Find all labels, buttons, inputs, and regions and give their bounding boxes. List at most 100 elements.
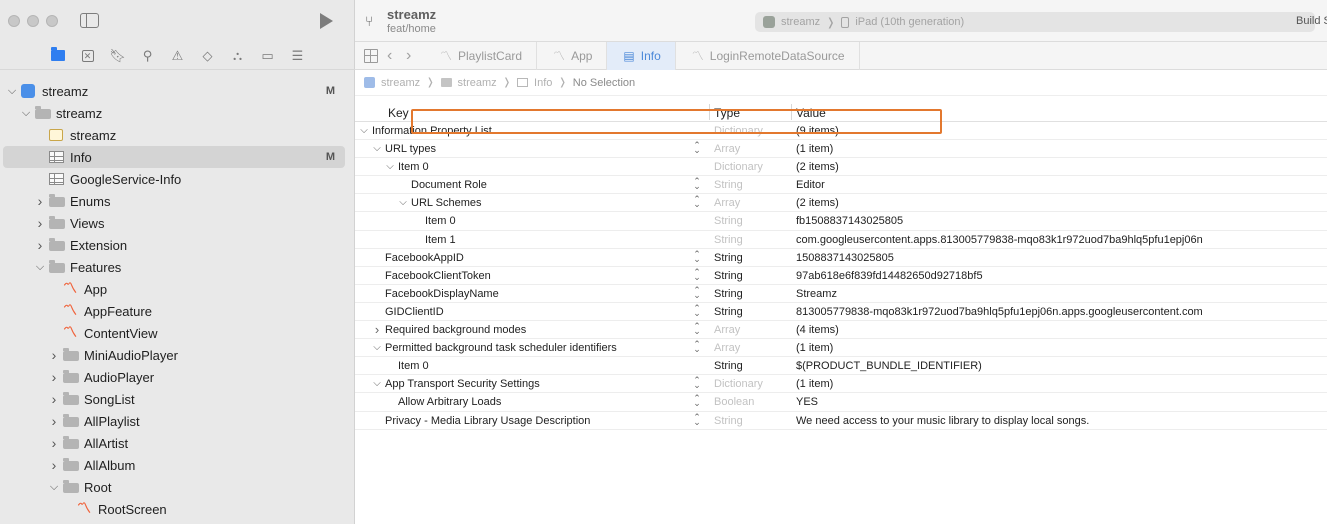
plist-row[interactable]: Item 1 String com.googleusercontent.apps.8…	[355, 231, 1327, 249]
report-navigator-list-icon[interactable]: ☰	[288, 46, 308, 66]
navigator-item[interactable]: GoogleService-Info	[0, 168, 355, 190]
plist-row[interactable]: Document Role ⌃ ⌄ String Editor	[355, 176, 1327, 195]
disclosure-closed-icon[interactable]: ›	[49, 391, 59, 407]
disclosure-open-icon[interactable]: ⌵	[372, 378, 382, 389]
plist-key[interactable]: FacebookAppID	[385, 252, 464, 264]
plist-row[interactable]: FacebookDisplayName ⌃ ⌄ String Streamz	[355, 285, 1327, 303]
navigator-item[interactable]: ⌵ Root	[0, 476, 355, 498]
breadcrumb-selection[interactable]: No Selection	[573, 77, 635, 89]
plist-type[interactable]: Dictionary	[714, 161, 763, 173]
disclosure-closed-icon[interactable]: ›	[35, 193, 45, 209]
test-navigator-diamond-icon[interactable]: ◇	[198, 46, 218, 66]
back-chevron-icon[interactable]: ‹	[387, 47, 397, 65]
disclosure-open-icon[interactable]: ⌵	[398, 197, 408, 208]
plist-value[interactable]: 1508837143025805	[796, 252, 894, 264]
plist-key[interactable]: Item 0	[398, 161, 429, 173]
plist-key[interactable]: Document Role	[411, 179, 487, 191]
disclosure-open-icon[interactable]: ⌵	[385, 161, 395, 172]
plist-value[interactable]: Streamz	[796, 288, 837, 300]
editor-tab[interactable]: 〽 LoginRemoteDataSource	[676, 41, 860, 70]
navigator-item[interactable]: streamz	[0, 124, 355, 146]
disclosure-open-icon[interactable]: ⌵	[7, 85, 17, 98]
navigator-item[interactable]: 〽 RootScreen	[0, 498, 355, 520]
plist-key[interactable]: Required background modes	[385, 324, 526, 336]
key-selector-stepper-icon[interactable]: ⌃ ⌄	[693, 412, 701, 426]
plist-value[interactable]: Editor	[796, 179, 825, 191]
column-divider[interactable]	[791, 104, 792, 120]
plist-value[interactable]: com.googleusercontent.apps.813005779838-…	[796, 234, 1203, 246]
editor-tab[interactable]: ▤ Info	[607, 41, 676, 70]
key-selector-stepper-icon[interactable]: ⌃ ⌄	[693, 394, 701, 408]
plist-value[interactable]: (1 item)	[796, 143, 833, 155]
plist-type[interactable]: String	[714, 179, 743, 191]
breadcrumb-folder[interactable]: streamz	[458, 77, 497, 89]
plist-value[interactable]: (4 items)	[796, 324, 839, 336]
zoom-window-button[interactable]	[46, 15, 58, 27]
debug-navigator-spray-icon[interactable]: ⛬	[228, 46, 248, 66]
navigator-item[interactable]: › AllPlaylist	[0, 410, 355, 432]
plist-value[interactable]: (2 items)	[796, 161, 839, 173]
column-divider[interactable]	[709, 104, 710, 120]
disclosure-closed-icon[interactable]: ›	[49, 347, 59, 363]
plist-type[interactable]: Array	[714, 197, 740, 209]
key-selector-stepper-icon[interactable]: ⌃ ⌄	[693, 141, 701, 155]
plist-type[interactable]: Array	[714, 143, 740, 155]
find-navigator-search-icon[interactable]: ⚲	[138, 46, 158, 66]
plist-key[interactable]: Allow Arbitrary Loads	[398, 396, 501, 408]
key-selector-stepper-icon[interactable]: ⌃ ⌄	[693, 376, 701, 390]
plist-key[interactable]: URL Schemes	[411, 197, 482, 209]
project-navigator-folder-icon[interactable]	[48, 46, 68, 66]
plist-value[interactable]: We need access to your music library to …	[796, 415, 1089, 427]
disclosure-closed-icon[interactable]: ›	[372, 322, 382, 337]
sidebar-toggle-icon[interactable]	[80, 13, 99, 28]
navigator-item[interactable]: ⌵ streamz	[0, 102, 355, 124]
disclosure-open-icon[interactable]: ⌵	[372, 342, 382, 353]
plist-row[interactable]: GIDClientID ⌃ ⌄ String 813005779838-mqo83k1r…	[355, 303, 1327, 322]
plist-row[interactable]: ⌵ Information Property List Dictionary (9 i…	[355, 122, 1327, 141]
plist-type[interactable]: Dictionary	[714, 378, 763, 390]
plist-type[interactable]: String	[714, 288, 743, 300]
plist-type[interactable]: String	[714, 306, 743, 318]
plist-type[interactable]: String	[714, 215, 743, 227]
disclosure-closed-icon[interactable]: ›	[49, 413, 59, 429]
navigator-item[interactable]: 〽 ContentView	[0, 322, 355, 344]
breadcrumb-project[interactable]: streamz	[381, 77, 420, 89]
plist-row[interactable]: Allow Arbitrary Loads ⌃ ⌄ Boolean YES	[355, 393, 1327, 412]
plist-key[interactable]: Privacy - Media Library Usage Descriptio…	[385, 415, 590, 427]
plist-type[interactable]: String	[714, 234, 743, 246]
plist-type[interactable]: Array	[714, 324, 740, 336]
plist-key[interactable]: Permitted background task scheduler iden…	[385, 342, 617, 354]
plist-key[interactable]: Item 1	[425, 234, 456, 246]
navigator-item[interactable]: › MiniAudioPlayer	[0, 344, 355, 366]
key-selector-stepper-icon[interactable]: ⌃ ⌄	[693, 267, 701, 281]
plist-key[interactable]: URL types	[385, 143, 436, 155]
editor-tab[interactable]: 〽 PlaylistCard	[424, 41, 538, 70]
disclosure-closed-icon[interactable]: ›	[49, 369, 59, 385]
navigator-item[interactable]: 〽 App	[0, 278, 355, 300]
key-selector-stepper-icon[interactable]: ⌃ ⌄	[693, 249, 701, 263]
navigator-item[interactable]: › SongList	[0, 388, 355, 410]
bookmark-navigator-icon[interactable]: 🔖︎	[108, 46, 128, 66]
plist-key[interactable]: FacebookClientToken	[385, 270, 491, 282]
column-header-key[interactable]: Key	[388, 106, 409, 120]
key-selector-stepper-icon[interactable]: ⌃ ⌄	[693, 340, 701, 354]
disclosure-closed-icon[interactable]: ›	[35, 215, 45, 231]
plist-type[interactable]: String	[714, 270, 743, 282]
plist-row[interactable]: Privacy - Media Library Usage Descriptio…	[355, 412, 1327, 430]
plist-type[interactable]: String	[714, 360, 743, 372]
plist-row[interactable]: › Required background modes ⌃ ⌄ Array (4 item…	[355, 321, 1327, 340]
plist-key[interactable]: GIDClientID	[385, 306, 444, 318]
navigator-item[interactable]: › Enums	[0, 190, 355, 212]
navigator-item[interactable]: › AllAlbum	[0, 454, 355, 476]
disclosure-open-icon[interactable]: ⌵	[372, 143, 382, 154]
plist-type[interactable]: Dictionary	[714, 125, 763, 137]
plist-key[interactable]: Information Property List	[372, 125, 492, 137]
navigator-item[interactable]: › Views	[0, 212, 355, 234]
plist-row[interactable]: FacebookClientToken ⌃ ⌄ String 97ab618e6f839…	[355, 267, 1327, 285]
breakpoint-navigator-tag-icon[interactable]: ▭	[258, 46, 278, 66]
plist-row[interactable]: FacebookAppID ⌃ ⌄ String 1508837143025805	[355, 249, 1327, 267]
issue-navigator-warning-icon[interactable]: ⚠	[168, 46, 188, 66]
project-name[interactable]: streamz	[387, 7, 436, 22]
plist-value[interactable]: (1 item)	[796, 378, 833, 390]
key-selector-stepper-icon[interactable]: ⌃ ⌄	[693, 285, 701, 299]
